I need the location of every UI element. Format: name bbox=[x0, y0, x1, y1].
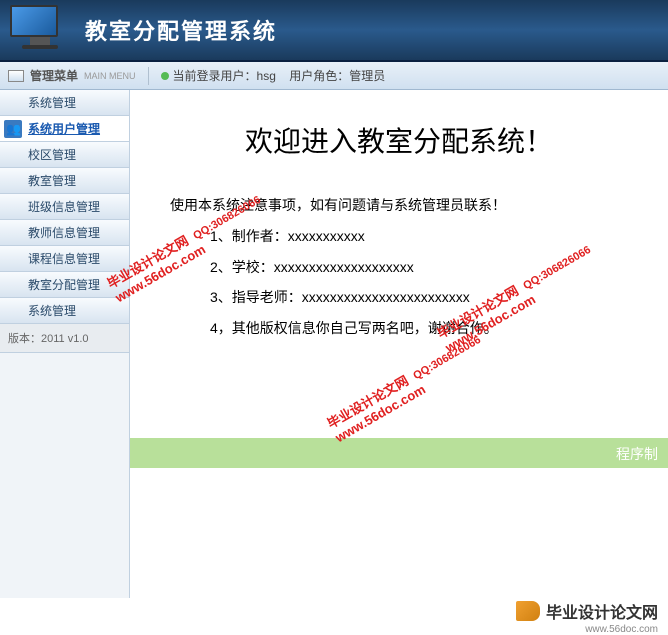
sidebar-item-system2[interactable]: 系统管理 bbox=[0, 298, 129, 324]
content-area: 欢迎进入教室分配系统！ 使用本系统注意事项，如有问题请与系统管理员联系！ 1、制… bbox=[130, 90, 668, 598]
sidebar-item-class-info[interactable]: 班级信息管理 bbox=[0, 194, 129, 220]
sidebar-item-classroom[interactable]: 教室管理 bbox=[0, 168, 129, 194]
menu-sublabel: MAIN MENU bbox=[84, 71, 136, 81]
footer-brand: 毕业设计论文网 bbox=[546, 599, 658, 623]
notice-line4: 4，其他版权信息你自己写两名吧，谢谢合作。 bbox=[170, 313, 638, 344]
notice-intro: 使用本系统注意事项，如有问题请与系统管理员联系！ bbox=[170, 190, 638, 221]
menu-label: 管理菜单 bbox=[30, 67, 78, 84]
app-header: 教室分配管理系统 bbox=[0, 0, 668, 62]
notice-block: 使用本系统注意事项，如有问题请与系统管理员联系！ 1、制作者：xxxxxxxxx… bbox=[170, 190, 638, 344]
toolbar: 管理菜单 MAIN MENU 当前登录用户：hsg 用户角色：管理员 bbox=[0, 62, 668, 90]
sidebar: 系统管理 系统用户管理 校区管理 教室管理 班级信息管理 教师信息管理 课程信息… bbox=[0, 90, 130, 598]
monitor-icon bbox=[10, 5, 70, 55]
notice-line3: 3、指导老师：xxxxxxxxxxxxxxxxxxxxxxxx bbox=[170, 282, 638, 313]
footer-logo: 毕业设计论文网 bbox=[516, 599, 658, 623]
sidebar-item-user-mgmt[interactable]: 系统用户管理 bbox=[0, 116, 129, 142]
menu-icon bbox=[8, 70, 24, 82]
sidebar-item-campus[interactable]: 校区管理 bbox=[0, 142, 129, 168]
notice-line2: 2、学校：xxxxxxxxxxxxxxxxxxxx bbox=[170, 252, 638, 283]
footer-green-bar: 程序制 bbox=[130, 438, 668, 468]
status-user: 当前登录用户：hsg 用户角色：管理员 bbox=[173, 67, 386, 84]
main: 系统管理 系统用户管理 校区管理 教室管理 班级信息管理 教师信息管理 课程信息… bbox=[0, 90, 668, 598]
notice-line1: 1、制作者：xxxxxxxxxxx bbox=[170, 221, 638, 252]
version-label: 版本：2011 v1.0 bbox=[0, 324, 129, 353]
footer-url: www.56doc.com bbox=[585, 624, 658, 635]
sidebar-item-teacher-info[interactable]: 教师信息管理 bbox=[0, 220, 129, 246]
sidebar-item-course-info[interactable]: 课程信息管理 bbox=[0, 246, 129, 272]
welcome-title: 欢迎进入教室分配系统！ bbox=[160, 120, 638, 160]
book-icon bbox=[516, 601, 540, 621]
sidebar-item-allocation[interactable]: 教室分配管理 bbox=[0, 272, 129, 298]
app-title: 教室分配管理系统 bbox=[85, 14, 277, 46]
status-dot-icon bbox=[161, 72, 169, 80]
divider bbox=[148, 67, 149, 85]
sidebar-item-system[interactable]: 系统管理 bbox=[0, 90, 129, 116]
